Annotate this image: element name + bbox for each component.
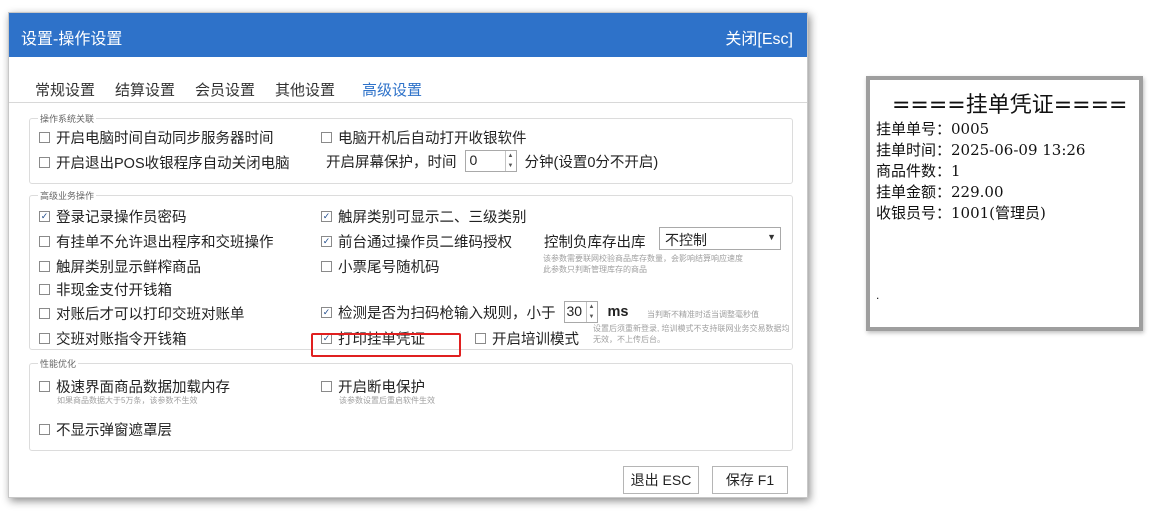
sync-time-label: 开启电脑时间自动同步服务器时间 [56, 131, 274, 147]
screensaver-stepper[interactable]: 0 ▲ ▼ [464, 150, 517, 172]
title-bar: 设置-操作设置 关闭[Esc] [9, 13, 807, 57]
checkbox-icon [39, 157, 50, 168]
power-protect-label: 开启断电保护 [338, 380, 425, 396]
checkbox-icon [39, 308, 50, 319]
touch-category-label: 触屏类别可显示二、三级类别 [338, 210, 527, 226]
auto-open-checkbox[interactable]: 电脑开机后自动打开收银软件 [321, 127, 527, 148]
checkbox-icon [39, 211, 50, 222]
shift-drawer-checkbox[interactable]: 交班对账指令开钱箱 [39, 328, 187, 349]
shutdown-on-exit-checkbox[interactable]: 开启退出POS收银程序自动关闭电脑 [39, 152, 290, 173]
spin-down-icon[interactable]: ▼ [587, 312, 597, 322]
stock-control-select[interactable]: 不控制 ▼ [659, 227, 781, 250]
sync-time-checkbox[interactable]: 开启电脑时间自动同步服务器时间 [39, 127, 274, 148]
checkbox-icon [39, 333, 50, 344]
power-protect-hint: 该参数设置后重启软件生效 [339, 396, 435, 405]
checkbox-icon [475, 333, 486, 344]
login-record-label: 登录记录操作员密码 [56, 210, 187, 226]
qr-auth-checkbox[interactable]: 前台通过操作员二维码授权 [321, 231, 512, 252]
no-mask-checkbox[interactable]: 不显示弹窗遮罩层 [39, 419, 172, 440]
stock-hint-2: 此参数只判断管理库存的商品 [543, 265, 647, 274]
dialog-title: 设置-操作设置 [21, 31, 123, 48]
training-mode-label: 开启培训模式 [492, 332, 579, 348]
ticket-random-checkbox[interactable]: 小票尾号随机码 [321, 256, 440, 277]
reconcile-print-checkbox[interactable]: 对账后才可以打印交班对账单 [39, 303, 245, 324]
checkbox-icon [39, 132, 50, 143]
screensaver-suffix: 分钟(设置0分不开启) [524, 154, 659, 171]
training-mode-checkbox[interactable]: 开启培训模式 [475, 328, 579, 349]
spin-up-icon[interactable]: ▲ [587, 302, 597, 312]
checkbox-icon [321, 132, 332, 143]
receipt-line-item-count: 商品件数：1 [876, 162, 961, 180]
receipt-line-time: 挂单时间：2025-06-09 13:26 [876, 141, 1086, 159]
checkbox-icon [321, 236, 332, 247]
checkbox-icon [39, 236, 50, 247]
spin-up-icon[interactable]: ▲ [506, 151, 516, 161]
tab-other[interactable]: 其他设置 [275, 79, 335, 100]
screensaver-value: 0 [469, 152, 478, 168]
tab-member[interactable]: 会员设置 [195, 79, 255, 100]
receipt-title: ====挂单凭证==== [892, 93, 1128, 118]
checkbox-icon [39, 381, 50, 392]
suspend-no-exit-label: 有挂单不允许退出程序和交班操作 [56, 235, 274, 251]
stock-select-value: 不控制 [665, 232, 707, 248]
tab-advanced[interactable]: 高级设置 [362, 79, 422, 100]
checkbox-icon [321, 261, 332, 272]
receipt-line-amount: 挂单金额：229.00 [876, 183, 1004, 201]
group-perf-legend: 性能优化 [38, 357, 79, 370]
highlight-box [311, 333, 461, 357]
qr-auth-label: 前台通过操作员二维码授权 [338, 235, 512, 251]
non-cash-drawer-label: 非现金支付开钱箱 [56, 283, 172, 299]
screensaver-row: 开启屏幕保护，时间 0 ▲ ▼ 分钟(设置0分不开启) [326, 150, 658, 172]
chevron-down-icon: ▼ [767, 232, 776, 242]
screensaver-label: 开启屏幕保护，时间 [326, 154, 457, 171]
reconcile-print-label: 对账后才可以打印交班对账单 [56, 307, 245, 323]
shift-drawer-label: 交班对账指令开钱箱 [56, 332, 187, 348]
scanner-detect-checkbox[interactable] [321, 306, 332, 318]
stock-hint-1: 该参数需要联网校验商品库存数量，会影响结算响应速度 [543, 254, 743, 263]
scanner-ms-stepper[interactable]: 30 ▲ ▼ [563, 301, 598, 323]
receipt-line-order-no: 挂单单号：0005 [876, 120, 990, 138]
auto-open-label: 电脑开机后自动打开收银软件 [338, 131, 527, 147]
fast-load-label: 极速界面商品数据加载内存 [56, 380, 230, 396]
fast-load-checkbox[interactable]: 极速界面商品数据加载内存 [39, 376, 230, 397]
stock-label: 控制负库存出库 [544, 235, 646, 251]
scanner-detect-label: 检测是否为扫码枪输入规则，小于 [338, 305, 556, 322]
tab-checkout[interactable]: 结算设置 [115, 79, 175, 100]
suspend-no-exit-checkbox[interactable]: 有挂单不允许退出程序和交班操作 [39, 231, 274, 252]
touch-fresh-label: 触屏类别显示鲜榨商品 [56, 260, 201, 276]
save-button[interactable]: 保存 F1 [712, 466, 788, 494]
suspend-receipt-preview: ====挂单凭证==== 挂单单号：0005 挂单时间：2025-06-09 1… [866, 76, 1143, 331]
exit-button[interactable]: 退出 ESC [623, 466, 699, 494]
tab-bar: 常规设置 结算设置 会员设置 其他设置 高级设置 [9, 57, 807, 103]
scanner-ms-value: 30 [566, 303, 583, 319]
checkbox-icon [39, 284, 50, 295]
scanner-hint: 当判断不精准时适当调整毫秒值 [647, 310, 759, 319]
checkbox-icon [39, 261, 50, 272]
scanner-unit: ms [607, 304, 629, 320]
receipt-line-cashier: 收银员号：1001(管理员) [876, 204, 1046, 222]
settings-dialog: 设置-操作设置 关闭[Esc] 常规设置 结算设置 会员设置 其他设置 高级设置… [8, 12, 808, 498]
training-hint: 设置后须重新登录, 培训模式不支持联网业务交易数据均无效，不上传后台。 [593, 324, 790, 344]
shutdown-on-exit-label: 开启退出POS收银程序自动关闭电脑 [56, 156, 290, 172]
fast-load-hint: 如果商品数据大于5万条，该参数不生效 [57, 396, 198, 405]
receipt-end-mark: . [876, 288, 880, 302]
no-mask-label: 不显示弹窗遮罩层 [56, 423, 172, 439]
group-os-legend: 操作系统关联 [38, 112, 97, 125]
ticket-random-label: 小票尾号随机码 [338, 260, 440, 276]
touch-category-checkbox[interactable]: 触屏类别可显示二、三级类别 [321, 206, 527, 227]
checkbox-icon [321, 381, 332, 392]
non-cash-drawer-checkbox[interactable]: 非现金支付开钱箱 [39, 279, 172, 300]
login-record-checkbox[interactable]: 登录记录操作员密码 [39, 206, 187, 227]
power-protect-checkbox[interactable]: 开启断电保护 [321, 376, 425, 397]
spin-down-icon[interactable]: ▼ [506, 161, 516, 171]
tab-general[interactable]: 常规设置 [35, 79, 95, 100]
close-button[interactable]: 关闭[Esc] [725, 25, 793, 49]
group-business-legend: 高级业务操作 [38, 189, 97, 202]
checkbox-icon [321, 211, 332, 222]
touch-fresh-checkbox[interactable]: 触屏类别显示鲜榨商品 [39, 256, 201, 277]
checkbox-icon [39, 424, 50, 435]
scanner-detect-row: 检测是否为扫码枪输入规则，小于 30 ▲▼ ms [321, 301, 628, 323]
